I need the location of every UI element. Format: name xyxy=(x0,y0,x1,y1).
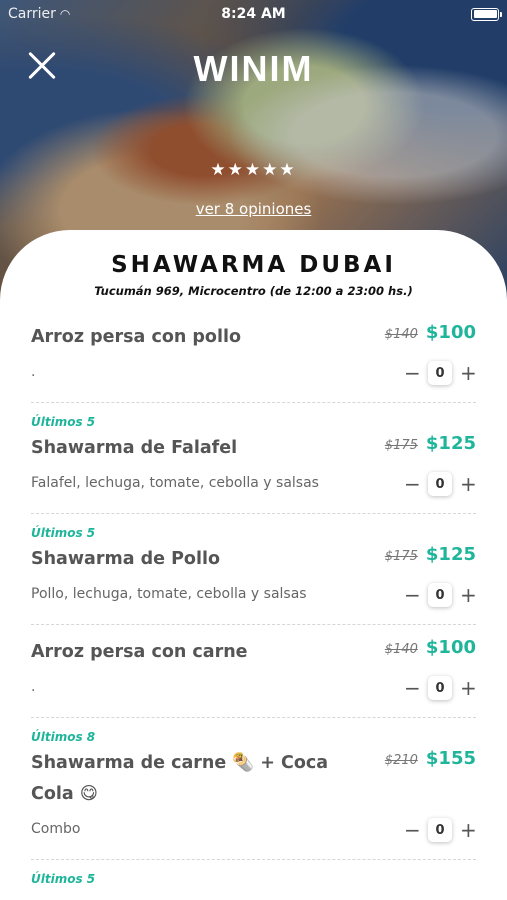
quantity-value: 0 xyxy=(428,361,452,385)
app-logo: WINIM xyxy=(193,48,314,89)
wifi-icon: ◠ xyxy=(59,7,71,21)
menu-item: Últimos 5 Shawarma de Falafel $175 $125 … xyxy=(31,403,477,514)
decrease-button[interactable]: − xyxy=(404,820,421,840)
increase-button[interactable]: + xyxy=(460,363,477,383)
old-price: $175 xyxy=(384,438,418,453)
price: $100 xyxy=(425,322,476,343)
quantity-stepper: − 0 + xyxy=(404,361,477,385)
quantity-value: 0 xyxy=(428,472,452,496)
stock-badge: Últimos 5 xyxy=(31,415,96,429)
quantity-stepper: − 0 + xyxy=(404,676,477,700)
price: $155 xyxy=(425,748,476,769)
quantity-stepper: − 0 + xyxy=(404,472,477,496)
menu-item: Últimos 5 xyxy=(31,860,476,900)
increase-button[interactable]: + xyxy=(460,474,477,494)
item-title: Shawarma de carne 🌯 + Coca Cola 😋 xyxy=(31,753,329,804)
item-title: Shawarma de Falafel xyxy=(31,438,238,458)
item-description: . xyxy=(31,364,36,380)
quantity-value: 0 xyxy=(428,676,452,700)
item-title: Arroz persa con carne xyxy=(31,642,248,662)
quantity-stepper: − 0 + xyxy=(404,583,477,607)
carrier-label: Carrier xyxy=(8,6,56,22)
price: $125 xyxy=(425,544,476,565)
decrease-button[interactable]: − xyxy=(404,474,421,494)
menu-list: Arroz persa con pollo $140 $100 . − 0 + … xyxy=(0,310,507,900)
item-title: Arroz persa con pollo xyxy=(31,327,241,347)
status-bar: Carrier ◠ 8:24 AM xyxy=(0,0,507,28)
item-prices: $140 $100 xyxy=(385,322,476,343)
price: $100 xyxy=(425,637,476,658)
menu-item: Últimos 5 Shawarma de Pollo $175 $125 Po… xyxy=(31,514,477,625)
battery-icon xyxy=(471,7,502,21)
item-prices: $140 $100 xyxy=(385,637,476,658)
store-address: Tucumán 969, Microcentro (de 12:00 a 23:… xyxy=(94,284,413,298)
item-title: Shawarma de Pollo xyxy=(31,549,220,569)
menu-item: Arroz persa con pollo $140 $100 . − 0 + xyxy=(31,310,477,403)
item-description: Combo xyxy=(31,821,81,837)
item-description: Falafel, lechuga, tomate, cebolla y sals… xyxy=(31,475,319,491)
stock-badge: Últimos 8 xyxy=(31,730,96,744)
old-price: $175 xyxy=(384,549,418,564)
item-prices: $175 $125 xyxy=(385,433,476,454)
item-description: . xyxy=(31,679,36,695)
status-time: 8:24 AM xyxy=(221,6,286,22)
increase-button[interactable]: + xyxy=(460,585,477,605)
decrease-button[interactable]: − xyxy=(404,585,421,605)
stock-badge: Últimos 5 xyxy=(31,872,96,886)
store-card: SHAWARMA DUBAI Tucumán 969, Microcentro … xyxy=(0,230,507,900)
quantity-value: 0 xyxy=(428,818,452,842)
price: $125 xyxy=(425,433,476,454)
carrier: Carrier ◠ xyxy=(8,6,70,22)
stock-badge: Últimos 5 xyxy=(31,526,96,540)
increase-button[interactable]: + xyxy=(460,678,477,698)
decrease-button[interactable]: − xyxy=(404,678,421,698)
item-prices: $175 $125 xyxy=(385,544,476,565)
menu-item: Últimos 8 Shawarma de carne 🌯 + Coca Col… xyxy=(31,718,477,860)
store-name: SHAWARMA DUBAI xyxy=(111,252,396,278)
decrease-button[interactable]: − xyxy=(404,363,421,383)
quantity-stepper: − 0 + xyxy=(404,818,477,842)
increase-button[interactable]: + xyxy=(460,820,477,840)
item-prices: $210 $155 xyxy=(385,748,476,769)
quantity-value: 0 xyxy=(428,583,452,607)
menu-item: Arroz persa con carne $140 $100 . − 0 + xyxy=(31,625,477,718)
old-price: $140 xyxy=(384,327,418,342)
reviews-link[interactable]: ver 8 opiniones xyxy=(0,200,507,218)
item-description: Pollo, lechuga, tomate, cebolla y salsas xyxy=(31,586,307,602)
old-price: $210 xyxy=(384,753,418,768)
old-price: $140 xyxy=(384,642,418,657)
rating-stars: ★★★★★ xyxy=(210,160,297,180)
